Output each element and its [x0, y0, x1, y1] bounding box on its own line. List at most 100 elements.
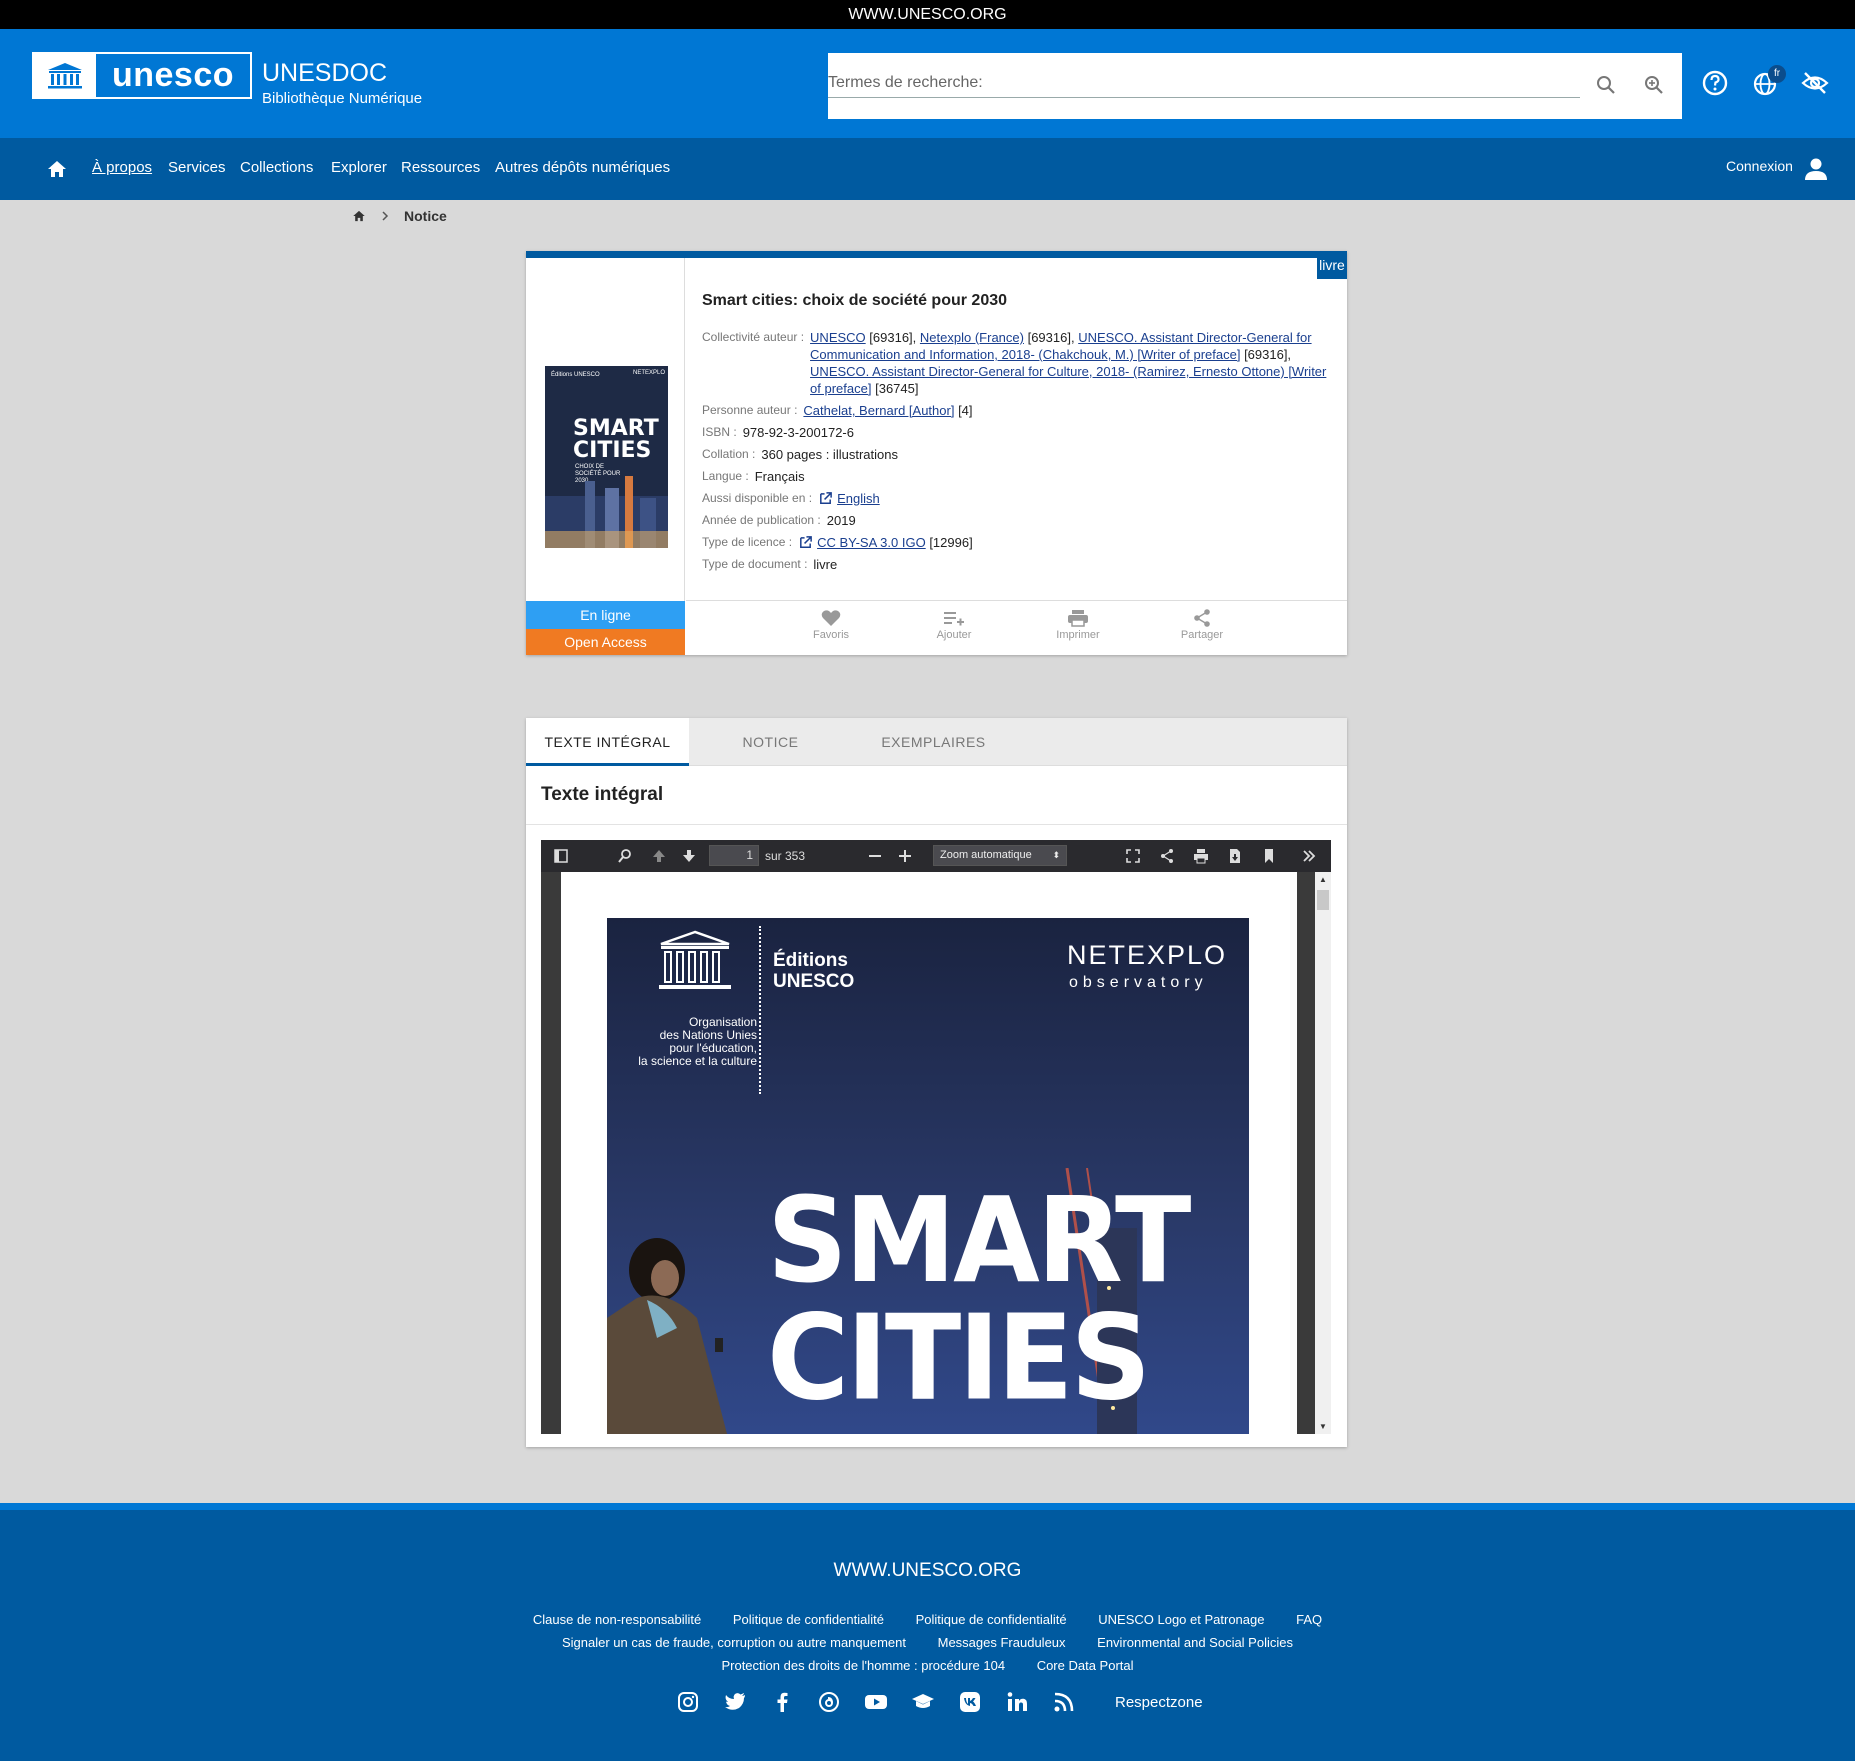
field-label: Collectivité auteur : [702, 330, 805, 344]
help-icon[interactable] [1700, 68, 1730, 98]
nav-item-ressources[interactable]: Ressources [401, 159, 480, 176]
author-link[interactable]: UNESCO [810, 330, 866, 345]
search-icon[interactable] [1594, 73, 1618, 97]
pdf-viewer: 1 sur 353 Zoom automatique ⬍ Éditions UN… [541, 840, 1331, 1434]
facebook-icon[interactable] [770, 1690, 794, 1714]
footer-links-row2: Signaler un cas de fraude, corruption ou… [0, 1635, 1855, 1650]
advanced-search-icon[interactable] [1642, 73, 1666, 97]
language-version-link[interactable]: English [837, 491, 880, 506]
login-link[interactable]: Connexion [1726, 158, 1793, 174]
page-number-input[interactable]: 1 [709, 845, 759, 866]
find-icon[interactable] [617, 848, 633, 864]
home-icon[interactable] [46, 158, 68, 180]
user-icon[interactable] [1802, 155, 1830, 183]
tab-texte-integral[interactable]: TEXTE INTÉGRAL [526, 718, 689, 766]
vk-icon[interactable] [958, 1690, 982, 1714]
external-link-icon [800, 536, 812, 548]
field-value: Cathelat, Bernard [Author] [4] [803, 402, 972, 419]
field-value: livre [813, 557, 838, 572]
threads-icon[interactable] [817, 1690, 841, 1714]
footer-link[interactable]: Clause de non-responsabilité [533, 1612, 701, 1627]
footer-link[interactable]: Politique de confidentialité [916, 1612, 1067, 1627]
footer-link[interactable]: Politique de confidentialité [733, 1612, 884, 1627]
tools-menu-icon[interactable] [1301, 848, 1317, 864]
nav-item-collections[interactable]: Collections [240, 159, 313, 176]
breadcrumb-current: Notice [404, 208, 447, 224]
cover-big-title-line2: CITIES [767, 1290, 1151, 1428]
nav-item-explorer[interactable]: Explorer [331, 159, 387, 176]
previous-page-icon[interactable] [651, 848, 667, 864]
next-page-icon[interactable] [681, 848, 697, 864]
search-input[interactable] [828, 68, 1580, 98]
footer-link[interactable]: Protection des droits de l'homme : procé… [721, 1658, 1005, 1673]
book-cover-thumbnail[interactable]: Éditions UNESCO NETEXPLO SMART CITIES CH… [545, 366, 668, 548]
author-link[interactable]: Cathelat, Bernard [Author] [803, 403, 954, 418]
rss-icon[interactable] [1052, 1690, 1076, 1714]
pdf-scrollbar[interactable]: ▲ ▼ [1315, 872, 1331, 1434]
favorites-button[interactable]: Favoris [791, 609, 871, 641]
online-badge[interactable]: En ligne [526, 601, 685, 629]
field-collation: Collation : 360 pages : illustrations [702, 446, 1332, 463]
sidebar-toggle-icon[interactable] [553, 848, 569, 864]
print-icon[interactable] [1193, 848, 1209, 864]
add-button[interactable]: Ajouter [914, 609, 994, 641]
field-value: UNESCO [69316], Netexplo (France) [69316… [810, 329, 1332, 397]
author-id: [36745] [875, 381, 919, 396]
linkedin-icon[interactable] [1005, 1690, 1029, 1714]
author-id: [69316], [1244, 347, 1292, 362]
accessibility-eye-icon[interactable] [1800, 68, 1830, 98]
respectzone-link[interactable]: Respectzone [1115, 1694, 1203, 1711]
footer-link[interactable]: Messages Frauduleux [938, 1635, 1066, 1650]
cover-big-title-line1: SMART [767, 1172, 1191, 1310]
scroll-up-icon[interactable]: ▲ [1319, 875, 1327, 884]
youtube-icon[interactable] [864, 1690, 888, 1714]
tab-exemplaires[interactable]: EXEMPLAIRES [852, 718, 1015, 766]
twitter-icon[interactable] [723, 1690, 747, 1714]
author-link[interactable]: Netexplo (France) [920, 330, 1024, 345]
share-button[interactable]: Partager [1162, 609, 1242, 641]
person-with-phone-image [607, 1238, 727, 1434]
bookmark-icon[interactable] [1261, 848, 1277, 864]
share-icon [1194, 609, 1210, 627]
footer-link[interactable]: Core Data Portal [1037, 1658, 1134, 1673]
unesco-logo[interactable]: unesco [32, 52, 252, 99]
field-langue: Langue : Français [702, 468, 1332, 485]
download-icon[interactable] [1227, 848, 1243, 864]
footer-link[interactable]: FAQ [1296, 1612, 1322, 1627]
zoom-value: Zoom automatique [940, 849, 1032, 861]
print-button[interactable]: Imprimer [1038, 609, 1118, 641]
zoom-out-icon[interactable] [867, 848, 883, 864]
open-access-badge[interactable]: Open Access [526, 629, 685, 655]
tabs: TEXTE INTÉGRAL NOTICE EXEMPLAIRES [526, 718, 1347, 766]
scroll-down-icon[interactable]: ▼ [1319, 1422, 1327, 1431]
breadcrumb-home-icon[interactable] [352, 209, 366, 223]
nav-item-apropos[interactable]: À propos [92, 159, 152, 176]
footer-link[interactable]: Signaler un cas de fraude, corruption ou… [562, 1635, 906, 1650]
unesco-temple-logo-icon [659, 930, 731, 989]
record-title: Smart cities: choix de société pour 2030 [702, 292, 1008, 309]
pdf-page[interactable]: Éditions UNESCO NETEXPLO observatory Org… [561, 872, 1297, 1434]
graduation-cap-icon[interactable] [911, 1690, 935, 1714]
top-strip-link[interactable]: WWW.UNESCO.ORG [0, 0, 1855, 29]
nav-item-services[interactable]: Services [168, 159, 226, 176]
cover-dotted-divider [759, 926, 761, 1094]
site-title[interactable]: UNESDOC [262, 59, 387, 88]
divider [526, 824, 1347, 825]
unesco-temple-icon [34, 54, 96, 97]
action-label: Ajouter [936, 629, 972, 641]
tab-notice[interactable]: NOTICE [689, 718, 852, 766]
zoom-in-icon[interactable] [897, 848, 913, 864]
zoom-select[interactable]: Zoom automatique ⬍ [933, 845, 1067, 866]
nav-item-autres-depots[interactable]: Autres dépôts numériques [495, 159, 670, 176]
footer-link[interactable]: UNESCO Logo et Patronage [1098, 1612, 1264, 1627]
playlist-add-icon [944, 612, 964, 626]
field-annee: Année de publication : 2019 [702, 512, 1332, 529]
instagram-icon[interactable] [676, 1690, 700, 1714]
footer-site-link[interactable]: WWW.UNESCO.ORG [0, 1560, 1855, 1582]
footer-link[interactable]: Environmental and Social Policies [1097, 1635, 1293, 1650]
licence-link[interactable]: CC BY-SA 3.0 IGO [817, 535, 926, 550]
share-icon[interactable] [1159, 848, 1175, 864]
presentation-mode-icon[interactable] [1125, 848, 1141, 864]
cover-big-title: SMART CITIES [767, 1172, 1191, 1428]
scrollbar-thumb[interactable] [1317, 890, 1329, 910]
